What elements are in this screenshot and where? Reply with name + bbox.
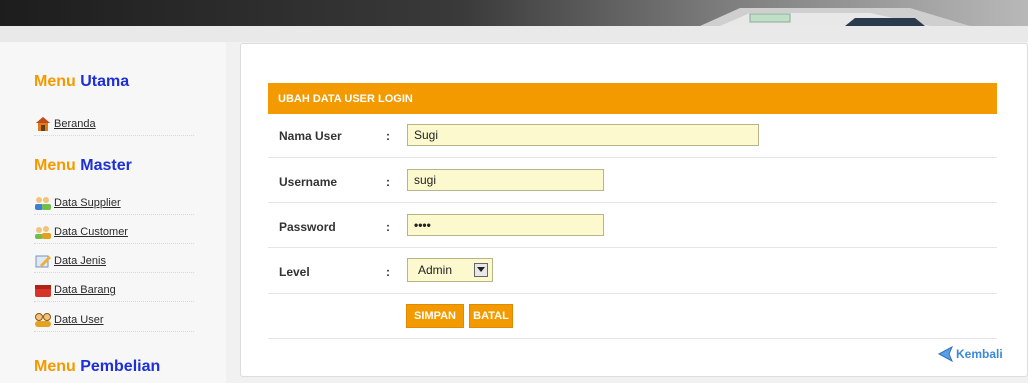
supplier-group-icon [34,195,52,211]
menu-pembelian-title: Menu Pembelian [34,358,161,375]
sidebar-item-label[interactable]: Beranda [54,118,96,130]
form-title: UBAH DATA USER LOGIN [268,83,997,114]
customer-group-icon [34,224,52,240]
password-label: Password [279,220,336,234]
nama-user-label: Nama User [279,129,342,143]
sidebar-item-data-barang[interactable]: Data Barang [34,279,194,302]
sidebar-item-data-customer[interactable]: Data Customer [34,221,194,244]
sidebar-item-data-user[interactable]: Data User [34,309,194,332]
row-actions [268,293,997,339]
sidebar-item-label[interactable]: Data Jenis [54,255,106,267]
sidebar-item-data-supplier[interactable]: Data Supplier [34,192,194,215]
sidebar-item-beranda[interactable]: Beranda [34,113,194,136]
cancel-button[interactable]: BATAL [469,304,513,328]
laptop-banner-image [700,8,970,26]
users-icon [34,312,52,328]
header-banner [0,0,1028,26]
back-link-label[interactable]: Kembali [956,347,1003,361]
back-arrow-icon [938,346,954,362]
row-username: Username : sugi [268,157,997,203]
row-nama-user: Nama User : Sugi [268,114,997,158]
sidebar-item-label[interactable]: Data User [54,314,104,326]
sidebar-item-label[interactable]: Data Barang [54,284,116,296]
save-button[interactable]: SIMPAN [406,304,464,328]
colon: : [386,220,390,234]
chevron-down-icon[interactable] [474,263,488,277]
password-input[interactable]: •••• [407,214,604,236]
menu-master-title: Menu Master [34,157,132,174]
header-spacer [0,26,1028,42]
nama-user-input[interactable]: Sugi [407,124,759,146]
colon: : [386,175,390,189]
row-level: Level : Admin [268,247,997,294]
level-label: Level [279,265,310,279]
username-label: Username [279,175,338,189]
row-password: Password : •••• [268,202,997,248]
sidebar-item-data-jenis[interactable]: Data Jenis [34,250,194,273]
sidebar-item-label[interactable]: Data Supplier [54,197,121,209]
sidebar-item-label[interactable]: Data Customer [54,226,128,238]
level-select-value: Admin [418,263,453,277]
menu-utama-title: Menu Utama [34,73,130,90]
colon: : [386,129,390,143]
username-input[interactable]: sugi [407,169,604,191]
category-icon [34,253,52,269]
back-link[interactable]: Kembali [938,346,1003,362]
level-select[interactable]: Admin [407,258,493,282]
colon: : [386,265,390,279]
goods-box-icon [34,282,52,298]
home-icon [34,116,52,132]
